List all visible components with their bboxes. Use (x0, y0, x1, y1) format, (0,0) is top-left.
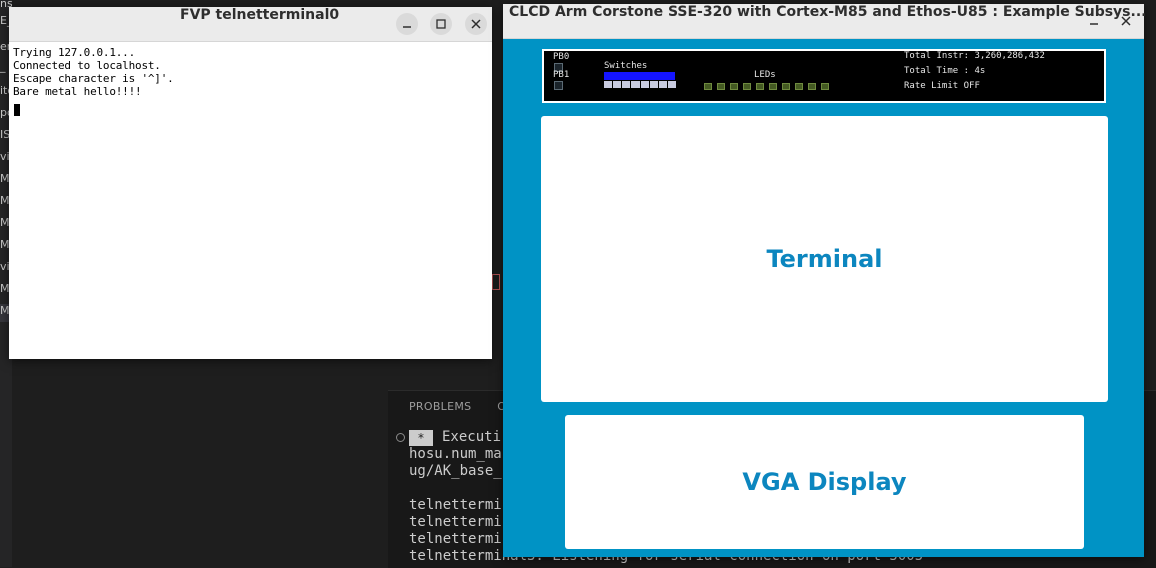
telnet-window[interactable]: FVP telnetterminal0 Trying 127.0.0.1... … (9, 7, 492, 359)
switch-toggle[interactable] (622, 81, 631, 88)
close-icon (471, 19, 481, 29)
switch-toggle[interactable] (631, 81, 640, 88)
leds-label: LEDs (754, 70, 776, 80)
led-indicator (821, 83, 829, 90)
switch-toggle[interactable] (604, 81, 613, 88)
vga-display-label: VGA Display (742, 468, 907, 496)
pb0-label: PB0 (553, 52, 570, 62)
minimize-button[interactable] (1083, 10, 1105, 32)
clcd-display: PB0 PB1 Switches LEDs Total Instr: 3,260… (503, 39, 1144, 557)
clcd-titlebar[interactable]: CLCD Arm Corstone SSE-320 with Cortex-M8… (503, 4, 1147, 39)
leds-row (704, 83, 829, 90)
minimize-button[interactable] (396, 13, 418, 35)
switch-toggle[interactable] (667, 81, 676, 88)
error-marker (492, 274, 500, 290)
close-button[interactable] (1115, 10, 1137, 32)
led-indicator (717, 83, 725, 90)
task-status-icon (396, 433, 405, 442)
led-indicator (795, 83, 803, 90)
terminal-line: ug/AK_base_ (409, 463, 502, 479)
led-indicator (782, 83, 790, 90)
minimize-icon (403, 26, 411, 28)
pb1-label: PB1 (553, 70, 570, 80)
total-instr: Total Instr: 3,260,286,432 (904, 51, 1045, 61)
text-cursor (14, 104, 20, 116)
pb1-button[interactable] (554, 81, 563, 90)
terminal-line: telnettermi (409, 497, 502, 513)
vga-display-panel[interactable]: VGA Display (565, 415, 1084, 549)
terminal-line: Executi (442, 429, 502, 445)
switches-label: Switches (604, 61, 648, 71)
telnet-titlebar[interactable]: FVP telnetterminal0 (9, 7, 492, 42)
switch-toggle[interactable] (658, 81, 667, 88)
clcd-window[interactable]: CLCD Arm Corstone SSE-320 with Cortex-M8… (503, 4, 1147, 557)
led-indicator (808, 83, 816, 90)
console-line: Trying 127.0.0.1... (13, 46, 136, 59)
console-line: Connected to localhost. (13, 59, 161, 72)
led-indicator (756, 83, 764, 90)
terminal-line: hosu.num_mac (409, 446, 511, 462)
led-indicator (730, 83, 738, 90)
close-button[interactable] (465, 13, 487, 35)
switches-bar (604, 72, 675, 80)
maximize-icon (436, 19, 446, 29)
switch-toggle[interactable] (640, 81, 649, 88)
led-indicator (743, 83, 751, 90)
led-indicator (704, 83, 712, 90)
rate-limit: Rate Limit OFF (904, 81, 980, 91)
maximize-button[interactable] (430, 13, 452, 35)
telnet-console[interactable]: Trying 127.0.0.1... Connected to localho… (11, 43, 490, 357)
switch-toggle[interactable] (649, 81, 658, 88)
terminal-label: Terminal (766, 245, 883, 273)
switch-toggle[interactable] (613, 81, 622, 88)
terminal-line: telnettermi (409, 514, 502, 530)
telnet-window-title: FVP telnetterminal0 (180, 7, 340, 23)
status-panel: PB0 PB1 Switches LEDs Total Instr: 3,260… (542, 49, 1106, 103)
switches-row (604, 81, 676, 88)
clcd-window-title: CLCD Arm Corstone SSE-320 with Cortex-M8… (509, 4, 1147, 20)
minimize-icon (1090, 23, 1098, 25)
led-indicator (769, 83, 777, 90)
console-line: Bare metal hello!!!! (13, 85, 142, 98)
total-time: Total Time : 4s (904, 66, 986, 76)
console-line: Escape character is '^]'. (13, 72, 174, 85)
terminal-panel[interactable]: Terminal (541, 116, 1108, 402)
terminal-line: telnettermi (409, 531, 502, 547)
tab-problems[interactable]: PROBLEMS (409, 400, 471, 413)
task-star: * (409, 430, 433, 446)
close-icon (1121, 16, 1131, 26)
